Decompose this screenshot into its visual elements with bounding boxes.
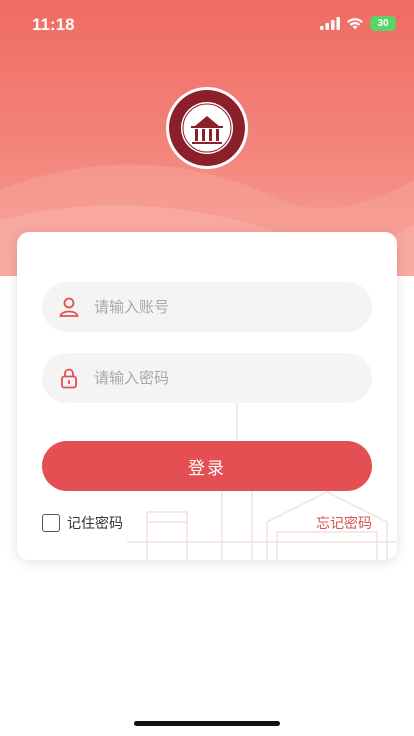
remember-label: 记住密码 — [67, 516, 123, 532]
status-bar: 11:18 30 — [0, 0, 414, 50]
wifi-icon — [347, 18, 363, 30]
remember-password[interactable]: 记住密码 — [42, 513, 123, 533]
remember-checkbox[interactable] — [42, 514, 60, 532]
battery-icon: 30 — [370, 16, 396, 31]
user-icon — [58, 296, 80, 318]
status-time: 11:18 — [32, 15, 75, 34]
signal-icon — [320, 17, 340, 30]
home-indicator — [134, 721, 280, 726]
login-button[interactable]: 登录 — [42, 441, 372, 491]
lock-icon — [58, 367, 80, 389]
college-logo — [166, 87, 248, 169]
forgot-password-link[interactable]: 忘记密码 — [316, 513, 372, 533]
account-field[interactable] — [42, 282, 372, 332]
login-card: 登录 记住密码 忘记密码 — [17, 232, 397, 560]
account-input[interactable] — [92, 297, 372, 317]
password-field[interactable] — [42, 353, 372, 403]
password-input[interactable] — [92, 368, 372, 388]
